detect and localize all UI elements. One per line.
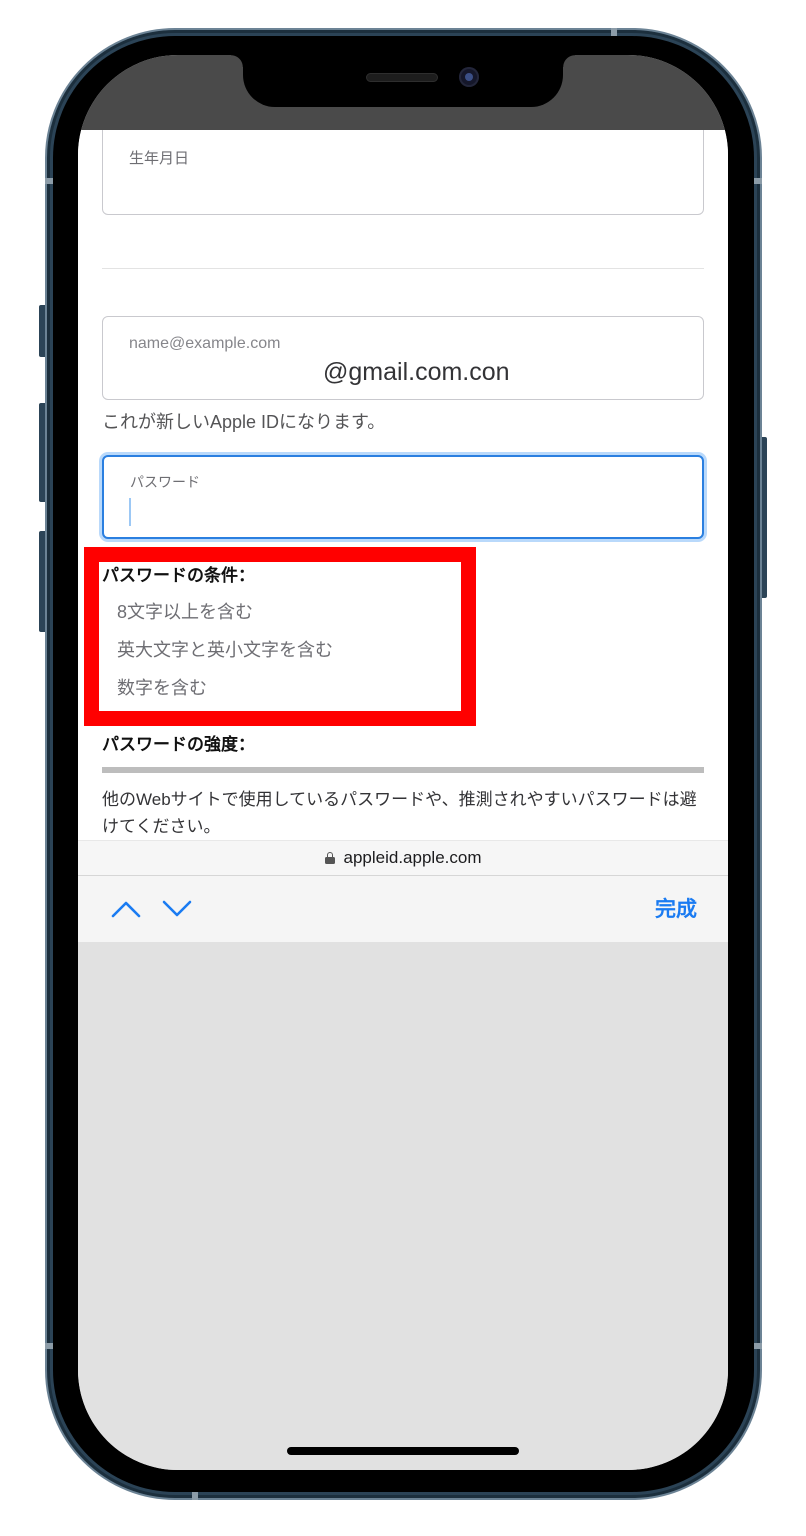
email-value: @gmail.com.con bbox=[323, 358, 510, 386]
antenna-line bbox=[45, 1343, 53, 1349]
notch bbox=[231, 55, 575, 107]
password-advice: 他のWebサイトで使用しているパスワードや、推測されやすいパスワードは避けてくだ… bbox=[102, 790, 697, 836]
requirement-item: 数字を含む bbox=[117, 678, 207, 698]
birthdate-label: 生年月日 bbox=[129, 150, 190, 167]
chevron-up-icon[interactable] bbox=[111, 900, 141, 918]
password-strength-bar bbox=[102, 767, 704, 773]
lock-icon bbox=[324, 852, 335, 864]
password-requirements-title: パスワードの条件： bbox=[102, 566, 255, 585]
antenna-line bbox=[45, 178, 53, 184]
password-strength-title: パスワードの強度： bbox=[102, 735, 255, 754]
password-label: パスワード bbox=[130, 474, 200, 490]
keyboard-area bbox=[78, 942, 728, 1470]
done-button[interactable]: 完成 bbox=[655, 897, 697, 923]
safari-url-bar[interactable]: appleid.apple.com bbox=[78, 840, 728, 875]
speaker-grille bbox=[366, 73, 438, 82]
antenna-line bbox=[192, 1492, 198, 1500]
phone-screen: 生年月日 name@example.com @gmail.com.con これが… bbox=[78, 55, 728, 1470]
web-page: 生年月日 name@example.com @gmail.com.con これが… bbox=[78, 130, 728, 840]
chevron-down-icon[interactable] bbox=[162, 900, 192, 918]
keyboard-accessory-bar: 完成 bbox=[78, 875, 728, 942]
email-field[interactable]: name@example.com @gmail.com.con bbox=[102, 316, 704, 400]
email-hint: これが新しいApple IDになります。 bbox=[102, 412, 386, 432]
birthdate-field[interactable]: 生年月日 bbox=[102, 130, 704, 215]
requirement-item: 英大文字と英小文字を含む bbox=[117, 640, 333, 660]
home-indicator[interactable] bbox=[287, 1447, 519, 1455]
url-text: appleid.apple.com bbox=[343, 848, 482, 867]
section-divider bbox=[102, 268, 704, 269]
requirement-item: 8文字以上を含む bbox=[117, 602, 254, 622]
password-field[interactable]: パスワード bbox=[102, 455, 704, 539]
text-cursor bbox=[129, 498, 131, 526]
antenna-line bbox=[754, 178, 762, 184]
email-label: name@example.com bbox=[129, 335, 281, 352]
antenna-line bbox=[754, 1343, 762, 1349]
antenna-line bbox=[611, 28, 617, 36]
front-camera-icon bbox=[459, 67, 479, 87]
